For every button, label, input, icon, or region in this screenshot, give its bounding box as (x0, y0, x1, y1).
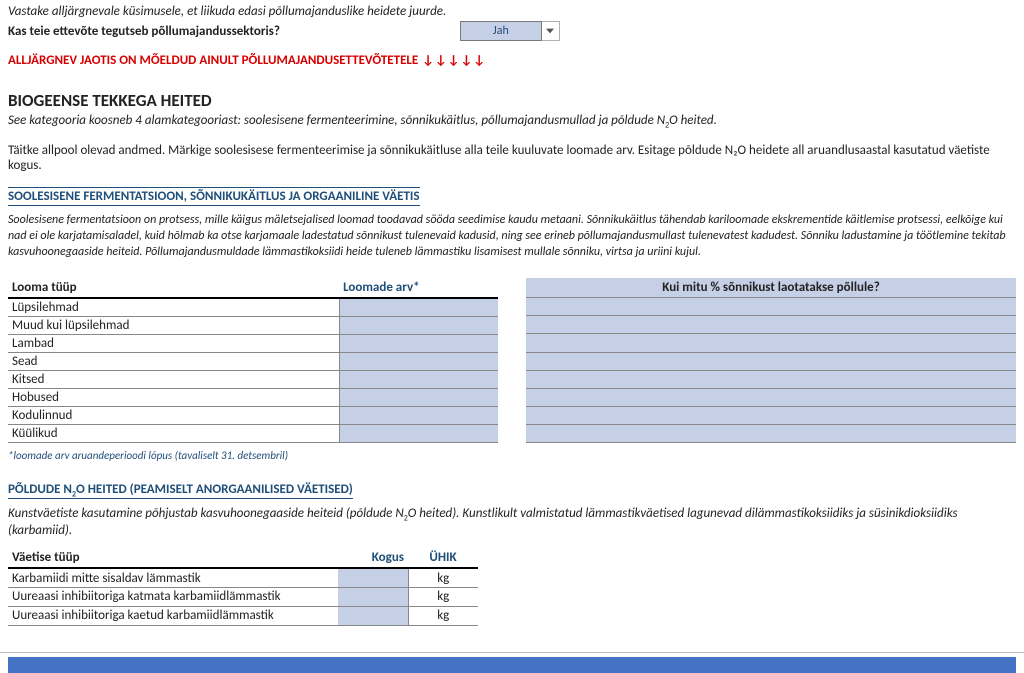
animal-count-input[interactable] (339, 335, 498, 353)
fertilizer-qty-input[interactable] (338, 606, 408, 625)
col-count-asterisk: * (413, 280, 419, 295)
animal-row-label: Kodulinnud (8, 407, 339, 425)
fertilizer-table: Väetise tüüp Kogus ÜHIK Karbamiidi mitte… (8, 548, 478, 626)
manure-percent-input[interactable] (526, 334, 1016, 352)
n2o-title-prefix: PÕLDUDE N (8, 482, 72, 497)
question-row: Kas teie ettevõte tegutseb põllumajandus… (8, 21, 1016, 41)
animal-count-input[interactable] (339, 407, 498, 425)
manure-percent-input[interactable] (526, 352, 1016, 370)
fertilizer-row-label: Uureaasi inhibiitoriga kaetud karbamiidl… (8, 606, 338, 625)
manure-percent-input[interactable] (526, 370, 1016, 388)
fertilizer-row-label: Karbamiidi mitte sisaldav lämmastik (8, 568, 338, 587)
manure-percent-input[interactable] (526, 406, 1016, 424)
animal-row-label: Küülikud (8, 425, 339, 443)
animal-count-input[interactable] (339, 371, 498, 389)
fertilizer-qty-input[interactable] (338, 568, 408, 587)
animal-row-label: Lambad (8, 335, 339, 353)
animal-count-input[interactable] (339, 317, 498, 335)
animal-row-label: Lüpsilehmad (8, 298, 339, 317)
n2o-title-suffix: O HEITED (PEAMISELT ANORGAANILISED VÄETI… (76, 482, 353, 497)
footnote-text: loomade arv aruandeperioodi lõpus (taval… (13, 449, 288, 462)
fill-instructions: Täitke allpool olevad andmed. Märkige so… (8, 143, 1016, 173)
col-animal-type: Looma tüüp (8, 278, 339, 298)
fertilizer-qty-input[interactable] (338, 587, 408, 606)
col-manure-percent: Kui mitu % sõnnikust laotatakse põllule? (526, 278, 1016, 298)
down-arrows-icon: ↓↓↓↓↓ (422, 53, 486, 68)
animal-row-label: Sead (8, 353, 339, 371)
section-enteric-title: SOOLESISENE FERMENTATSIOON, SÕNNIKUKÄITL… (8, 187, 420, 206)
animal-count-footnote: *loomade arv aruandeperioodi lõpus (tava… (8, 449, 1016, 462)
manure-percent-input[interactable] (526, 388, 1016, 406)
section-enteric-desc: Soolesisene fermentatsioon on protsess, … (8, 212, 1016, 261)
col-animal-count: Loomade arv* (339, 278, 498, 298)
sector-select-value: Jah (460, 21, 542, 41)
animal-tables-row: Looma tüüp Loomade arv* Lüpsilehmad Muud… (8, 278, 1016, 443)
category-description: See kategooria koosneb 4 alamkategoorias… (8, 113, 1016, 131)
warning-text: ALLJÄRGNEV JAOTIS ON MÕELDUD AINULT PÕLL… (8, 53, 418, 68)
animal-row-label: Hobused (8, 389, 339, 407)
chevron-down-icon (542, 21, 560, 41)
intro-text: Vastake alljärgnevale küsimusele, et lii… (8, 4, 1016, 19)
animal-row-label: Muud kui lüpsilehmad (8, 317, 339, 335)
desc-suffix: O heited. (669, 113, 717, 128)
animal-count-input[interactable] (339, 425, 498, 443)
col-unit: ÜHIK (408, 548, 478, 568)
n2o-desc-prefix: Kunstväetiste kasutamine põhjustab kasvu… (8, 506, 404, 521)
col-count-link[interactable]: Loomade arv (343, 280, 413, 295)
manure-percent-table: Kui mitu % sõnnikust laotatakse põllule? (526, 278, 1016, 443)
animal-count-input[interactable] (339, 298, 498, 317)
footer-bar (8, 653, 1016, 673)
section-n2o-desc: Kunstväetiste kasutamine põhjustab kasvu… (8, 506, 1016, 539)
manure-percent-input[interactable] (526, 425, 1016, 443)
col-fertilizer-type: Väetise tüüp (8, 548, 338, 568)
fertilizer-row-label: Uureaasi inhibiitoriga katmata karbamiid… (8, 587, 338, 606)
fertilizer-unit: kg (408, 568, 478, 587)
animal-type-table: Looma tüüp Loomade arv* Lüpsilehmad Muud… (8, 278, 498, 443)
fertilizer-unit: kg (408, 606, 478, 625)
sector-select[interactable]: Jah (460, 21, 560, 41)
section-n2o-title: PÕLDUDE N2O HEITED (PEAMISELT ANORGAANIL… (8, 481, 353, 499)
animal-row-label: Kitsed (8, 371, 339, 389)
animal-count-input[interactable] (339, 389, 498, 407)
fertilizer-unit: kg (408, 587, 478, 606)
agriculture-only-warning: ALLJÄRGNEV JAOTIS ON MÕELDUD AINULT PÕLL… (8, 53, 1016, 68)
col-quantity-link[interactable]: Kogus (338, 548, 408, 568)
manure-percent-input[interactable] (526, 316, 1016, 334)
question-label: Kas teie ettevõte tegutseb põllumajandus… (8, 24, 280, 39)
main-heading: BIOGEENSE TEKKEGA HEITED (8, 90, 1016, 111)
manure-percent-input[interactable] (526, 298, 1016, 316)
animal-count-input[interactable] (339, 353, 498, 371)
desc-prefix: See kategooria koosneb 4 alamkategoorias… (8, 113, 665, 128)
